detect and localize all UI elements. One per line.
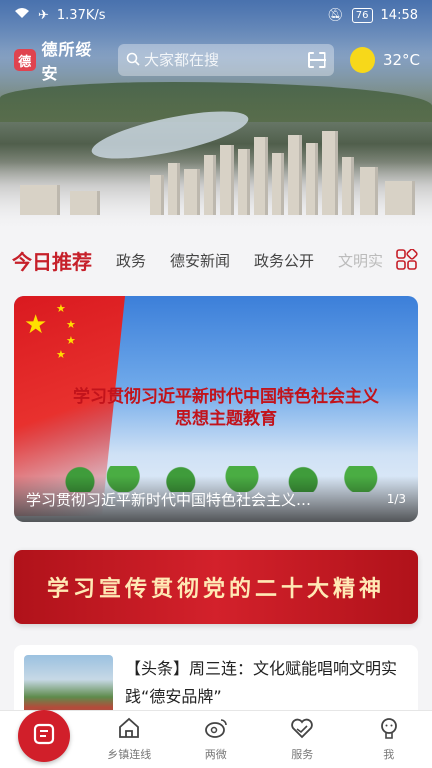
banner-pager: 1/3: [386, 492, 406, 506]
top-bar: 德 德所绥安 32°C: [14, 40, 420, 83]
channel-grid-icon[interactable]: [396, 248, 418, 271]
banner-caption-bar: 学习贯彻习近平新时代中国特色社会主义… 1/3: [14, 476, 418, 522]
home-tab-icon: [32, 722, 56, 750]
wifi-icon: [14, 7, 30, 23]
status-bar: ✈ 1.37K/s 🔕︎ 76 14:58: [0, 0, 432, 30]
tab-dean-news[interactable]: 德安新闻: [170, 250, 230, 271]
home-button[interactable]: [18, 710, 70, 762]
nav-township[interactable]: 乡镇连线: [86, 711, 173, 768]
nav-me[interactable]: 我: [346, 711, 432, 768]
user-icon: [377, 717, 401, 743]
tab-government[interactable]: 政务: [116, 250, 146, 271]
tab-gov-affairs[interactable]: 政务公开: [254, 250, 314, 271]
temperature: 32°C: [382, 51, 420, 69]
nav-township-label: 乡镇连线: [107, 748, 152, 761]
app-name: 德所绥安: [41, 40, 93, 83]
slogan-banner[interactable]: 学习宣传贯彻党的二十大精神: [14, 550, 418, 624]
flag-star-icon: ★: [66, 334, 76, 347]
bottom-navigation: 乡镇连线 两微 服务 我: [0, 710, 432, 768]
clock: 14:58: [380, 7, 418, 23]
banner-headline-line1: 学习贯彻习近平新时代中国特色社会主义: [73, 387, 379, 407]
channel-tabs: 今日推荐 政务 德安新闻 政务公开 文明实: [12, 242, 432, 278]
nav-weibo-label: 两微: [204, 748, 227, 761]
scan-icon[interactable]: [307, 52, 326, 68]
mute-icon: 🔕︎: [327, 7, 344, 23]
banner-headline: 学习贯彻习近平新时代中国特色社会主义 思想主题教育: [34, 386, 418, 430]
tab-civilization[interactable]: 文明实: [338, 250, 383, 271]
app-logo[interactable]: 德: [14, 49, 36, 71]
banner-headline-line2: 思想主题教育: [175, 409, 277, 429]
battery-indicator: 76: [351, 7, 373, 23]
weather-sun-icon[interactable]: [349, 47, 375, 73]
city-buildings: [0, 95, 432, 215]
heart-hands-icon: [290, 717, 314, 743]
nav-service[interactable]: 服务: [259, 711, 346, 768]
flag-star-icon: ★: [56, 348, 66, 361]
hero-city-image: [0, 0, 432, 232]
carousel-banner[interactable]: ★ ★ ★ ★ ★ 学习贯彻习近平新时代中国特色社会主义 思想主题教育 学习贯彻…: [14, 296, 418, 522]
nav-service-label: 服务: [291, 748, 314, 761]
airplane-icon: ✈: [38, 7, 49, 23]
search-box[interactable]: [118, 44, 334, 76]
home-outline-icon: [117, 717, 141, 743]
banner-caption: 学习贯彻习近平新时代中国特色社会主义…: [26, 490, 312, 509]
slogan-text: 学习宣传贯彻党的二十大精神: [46, 576, 385, 602]
flag-star-icon: ★: [66, 318, 76, 331]
nav-me-label: 我: [383, 748, 395, 761]
nav-weibo[interactable]: 两微: [173, 711, 260, 768]
search-icon: [126, 51, 140, 70]
search-input[interactable]: [144, 51, 295, 69]
flag-star-icon: ★: [56, 302, 66, 315]
flag-star-icon: ★: [24, 310, 48, 340]
network-speed: 1.37K/s: [56, 7, 106, 23]
weibo-icon: [204, 717, 228, 743]
tab-recommend[interactable]: 今日推荐: [12, 246, 92, 275]
